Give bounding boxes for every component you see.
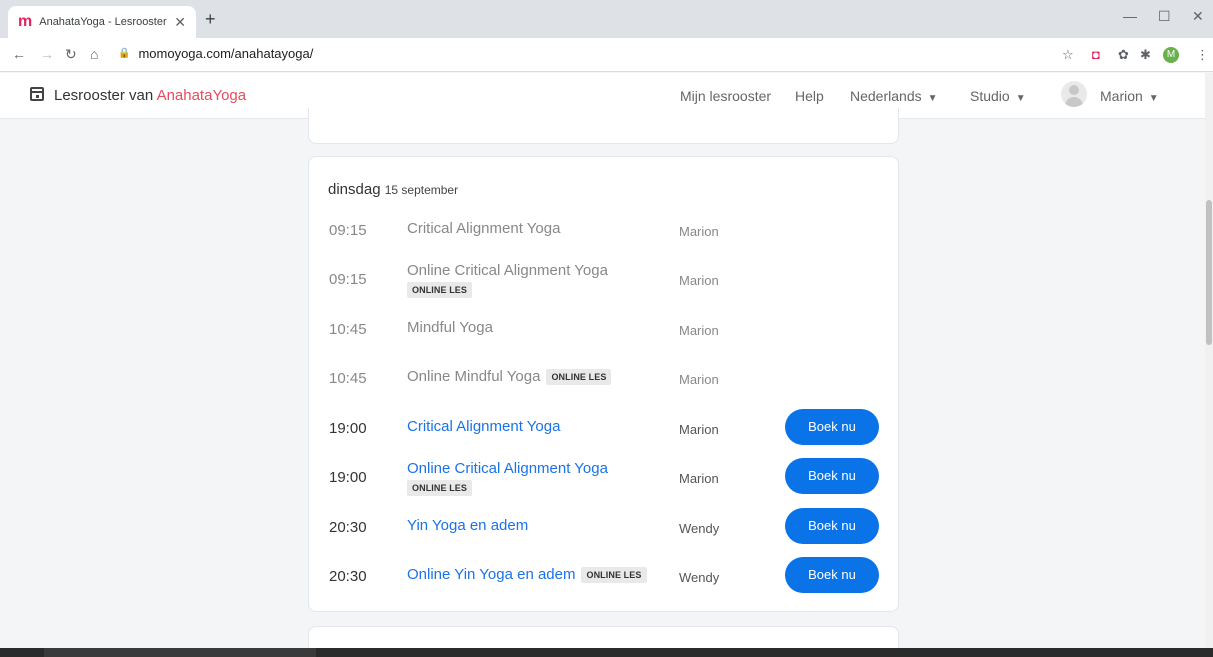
minimize-icon[interactable]: — <box>1123 8 1137 24</box>
class-teacher: Wendy <box>679 521 720 536</box>
os-taskbar <box>0 648 1213 657</box>
class-name: Online Mindful Yoga ONLINE LES <box>407 368 647 385</box>
class-name[interactable]: Online Yin Yoga en adem ONLINE LES <box>407 566 647 583</box>
browser-tabstrip: m AnahataYoga - Lesrooster ✕ + — ☐ ✕ <box>0 0 1213 38</box>
class-row: 19:00 Online Critical Alignment Yoga ONL… <box>309 457 900 497</box>
studio-menu-label: Studio <box>970 88 1010 104</box>
book-now-button[interactable]: Boek nu <box>785 409 879 445</box>
extension-shield-icon[interactable]: ◘ <box>1092 47 1100 62</box>
day-date: 15 september <box>384 183 459 197</box>
class-time: 20:30 <box>329 568 367 585</box>
class-teacher: Marion <box>679 273 719 288</box>
extensions-puzzle-icon[interactable]: ✱ <box>1140 47 1151 63</box>
book-now-button[interactable]: Boek nu <box>785 458 879 494</box>
bookmark-star-icon[interactable]: ☆ <box>1062 47 1074 63</box>
class-row: 19:00 Critical Alignment Yoga Marion Boe… <box>309 408 900 448</box>
book-now-button[interactable]: Boek nu <box>785 508 879 544</box>
day-schedule-card: dinsdag 15 september 09:15 Critical Alig… <box>308 156 899 612</box>
nav-help[interactable]: Help <box>795 88 824 104</box>
user-avatar[interactable] <box>1061 81 1087 107</box>
online-badge: ONLINE LES <box>546 368 612 385</box>
studio-dropdown[interactable]: Studio ▼ <box>970 88 1026 104</box>
class-name[interactable]: Online Critical Alignment Yoga ONLINE LE… <box>407 460 647 496</box>
language-dropdown[interactable]: Nederlands ▼ <box>850 88 938 104</box>
tab-title: AnahataYoga - Lesrooster <box>39 16 167 28</box>
profile-avatar-icon[interactable]: M <box>1163 47 1179 63</box>
day-heading: dinsdag 15 september <box>328 181 458 198</box>
class-row: 10:45 Online Mindful Yoga ONLINE LES Mar… <box>309 358 900 398</box>
book-now-button[interactable]: Boek nu <box>785 557 879 593</box>
user-dropdown[interactable]: Marion ▼ <box>1100 88 1159 104</box>
class-time: 09:15 <box>329 271 367 288</box>
back-icon[interactable]: ← <box>12 46 26 62</box>
forward-icon[interactable]: → <box>40 46 54 62</box>
maximize-icon[interactable]: ☐ <box>1158 8 1171 25</box>
class-name: Online Critical Alignment Yoga ONLINE LE… <box>407 262 647 298</box>
class-time: 19:00 <box>329 420 367 437</box>
class-row: 10:45 Mindful Yoga Marion <box>309 309 900 349</box>
previous-day-card <box>308 108 899 144</box>
user-name: Marion <box>1100 88 1143 104</box>
url-field[interactable]: 🔒 momoyoga.com/anahatayoga/ <box>118 46 313 61</box>
class-teacher: Marion <box>679 471 719 486</box>
class-row: 20:30 Yin Yoga en adem Wendy Boek nu <box>309 507 900 547</box>
page-title: Lesrooster van AnahataYoga <box>54 87 246 104</box>
calendar-icon <box>30 87 44 101</box>
home-icon[interactable]: ⌂ <box>90 46 98 62</box>
class-name: Critical Alignment Yoga <box>407 220 561 237</box>
url-text: momoyoga.com/anahatayoga/ <box>138 46 314 61</box>
new-tab-icon[interactable]: + <box>205 9 216 30</box>
class-time: 10:45 <box>329 321 367 338</box>
chevron-down-icon: ▼ <box>1148 93 1159 104</box>
class-row: 09:15 Critical Alignment Yoga Marion <box>309 210 900 250</box>
weekday: dinsdag <box>328 181 381 198</box>
scrollbar-thumb[interactable] <box>1206 200 1212 345</box>
close-tab-icon[interactable]: ✕ <box>174 14 186 31</box>
online-badge: ONLINE LES <box>581 566 647 583</box>
reload-icon[interactable]: ↻ <box>65 46 77 63</box>
class-row: 09:15 Online Critical Alignment Yoga ONL… <box>309 259 900 299</box>
page-scrollbar[interactable] <box>1205 73 1213 648</box>
nav-my-schedule[interactable]: Mijn lesrooster <box>680 88 771 104</box>
chevron-down-icon: ▼ <box>1015 93 1026 104</box>
class-name[interactable]: Critical Alignment Yoga <box>407 418 647 435</box>
lock-icon: 🔒 <box>118 48 131 59</box>
class-teacher: Marion <box>679 372 719 387</box>
class-time: 20:30 <box>329 519 367 536</box>
language-label: Nederlands <box>850 88 922 104</box>
browser-tab[interactable]: m AnahataYoga - Lesrooster ✕ <box>8 6 196 38</box>
class-row: 20:30 Online Yin Yoga en adem ONLINE LES… <box>309 556 900 596</box>
momoyoga-favicon-icon: m <box>18 13 33 30</box>
chevron-down-icon: ▼ <box>927 93 938 104</box>
online-badge: ONLINE LES <box>407 480 473 496</box>
address-bar: ← → ↻ ⌂ 🔒 momoyoga.com/anahatayoga/ ☆ ◘ … <box>0 38 1213 72</box>
class-time: 09:15 <box>329 222 367 239</box>
window-close-icon[interactable]: ✕ <box>1192 8 1204 25</box>
online-badge: ONLINE LES <box>407 282 473 298</box>
class-teacher: Wendy <box>679 570 720 585</box>
class-time: 19:00 <box>329 469 367 486</box>
browser-menu-icon[interactable]: ⋮ <box>1196 47 1209 63</box>
extension-gear-icon[interactable]: ✿ <box>1118 47 1129 63</box>
class-name[interactable]: Yin Yoga en adem <box>407 517 647 534</box>
class-name: Mindful Yoga <box>407 319 493 336</box>
studio-name[interactable]: AnahataYoga <box>157 87 247 104</box>
taskbar-search[interactable] <box>44 648 316 657</box>
title-prefix: Lesrooster van <box>54 87 157 104</box>
class-teacher: Marion <box>679 323 719 338</box>
class-teacher: Marion <box>679 224 719 239</box>
class-teacher: Marion <box>679 422 719 437</box>
class-time: 10:45 <box>329 370 367 387</box>
